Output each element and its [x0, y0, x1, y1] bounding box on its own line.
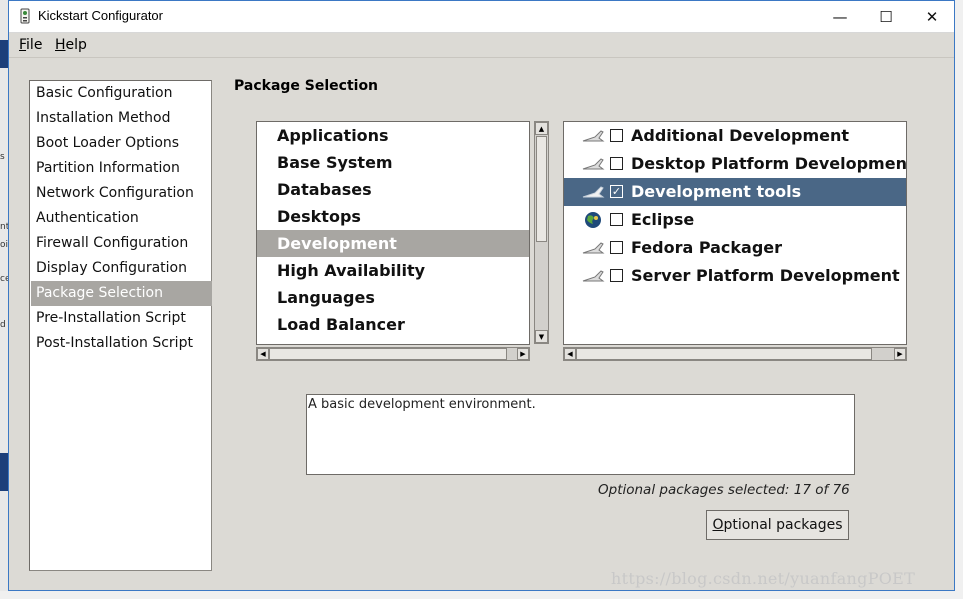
scroll-left-arrow-icon[interactable]: ◀ [564, 348, 576, 360]
group-item-desktops[interactable]: Desktops [257, 203, 529, 230]
menu-file[interactable]: File [19, 37, 42, 53]
sidebar-item-package-selection[interactable]: Package Selection [31, 281, 212, 306]
package-checkbox[interactable] [610, 269, 623, 282]
sidebar-item-authentication[interactable]: Authentication [31, 206, 212, 231]
package-list: Additional Development Desktop Platform … [563, 121, 907, 345]
package-checkbox-checked[interactable]: ✓ [610, 185, 623, 198]
sidebar-item-display-configuration[interactable]: Display Configuration [31, 256, 212, 281]
sidebar-item-firewall-configuration[interactable]: Firewall Configuration [31, 231, 212, 256]
gear-icon [582, 242, 605, 254]
group-item-development[interactable]: Development [257, 230, 529, 257]
package-label: Server Platform Development [631, 266, 900, 285]
scroll-right-arrow-icon[interactable]: ▶ [517, 348, 529, 360]
minimize-button[interactable]: — [817, 1, 863, 32]
package-checkbox[interactable] [610, 129, 623, 142]
menu-bar: File Help [9, 33, 954, 58]
app-icon [20, 8, 30, 24]
gear-icon [582, 130, 605, 142]
background-bottom-edge [0, 591, 963, 599]
sidebar-item-post-installation-script[interactable]: Post-Installation Script [31, 331, 212, 356]
background-strip [0, 453, 8, 491]
package-label: Additional Development [631, 126, 850, 145]
menu-help-label: elp [65, 37, 87, 53]
page-title: Package Selection [234, 78, 379, 94]
package-label: Desktop Platform Development [631, 154, 907, 173]
menu-file-label: ile [26, 37, 43, 53]
background-text-fragment: d [0, 320, 6, 330]
group-item-databases[interactable]: Databases [257, 176, 529, 203]
sidebar-item-partition-information[interactable]: Partition Information [31, 156, 212, 181]
group-item-high-availability[interactable]: High Availability [257, 257, 529, 284]
close-button[interactable]: ✕ [909, 1, 955, 32]
background-left-edge [0, 0, 8, 599]
gear-icon [582, 158, 605, 170]
group-list-horizontal-scrollbar[interactable]: ◀ ▶ [256, 347, 530, 361]
group-item-languages[interactable]: Languages [257, 284, 529, 311]
package-item-additional-development[interactable]: Additional Development [564, 122, 906, 150]
package-group-list: Applications Base System Databases Deskt… [256, 121, 530, 345]
title-bar: Kickstart Configurator — ☐ ✕ [9, 1, 954, 33]
background-strip [0, 40, 8, 68]
package-item-development-tools[interactable]: ✓ Development tools [564, 178, 906, 206]
package-label: Fedora Packager [631, 238, 783, 257]
sidebar-item-network-configuration[interactable]: Network Configuration [31, 181, 212, 206]
menu-help-mnemonic: H [55, 37, 66, 53]
gear-icon [582, 186, 605, 198]
eclipse-globe-icon [585, 212, 601, 228]
sidebar-item-basic-configuration[interactable]: Basic Configuration [31, 81, 212, 106]
scroll-right-arrow-icon[interactable]: ▶ [894, 348, 906, 360]
package-item-eclipse[interactable]: Eclipse [564, 206, 906, 234]
sidebar-item-pre-installation-script[interactable]: Pre-Installation Script [31, 306, 212, 331]
optional-button-mnemonic: O [712, 517, 724, 533]
package-item-fedora-packager[interactable]: Fedora Packager [564, 234, 906, 262]
sidebar-item-installation-method[interactable]: Installation Method [31, 106, 212, 131]
optional-packages-button[interactable]: Optional packages [706, 510, 849, 540]
background-right-edge [955, 0, 963, 599]
package-checkbox[interactable] [610, 241, 623, 254]
menu-help[interactable]: Help [55, 37, 87, 53]
group-list-vertical-scrollbar[interactable]: ▲ ▼ [534, 121, 549, 344]
menu-file-mnemonic: F [19, 37, 27, 53]
background-text-fragment: s [0, 152, 5, 162]
group-item-load-balancer[interactable]: Load Balancer [257, 311, 529, 338]
gear-icon [582, 270, 605, 282]
package-list-horizontal-scrollbar[interactable]: ◀ ▶ [563, 347, 907, 361]
watermark: https://blog.csdn.net/yuanfangPOET [611, 569, 916, 588]
scrollbar-thumb[interactable] [536, 136, 547, 242]
package-checkbox[interactable] [610, 213, 623, 226]
background-text-fragment: oi [0, 240, 9, 250]
scroll-left-arrow-icon[interactable]: ◀ [257, 348, 269, 360]
scrollbar-thumb[interactable] [269, 348, 507, 360]
optional-button-label: ptional packages [723, 517, 843, 533]
package-item-desktop-platform-development[interactable]: Desktop Platform Development [564, 150, 906, 178]
scroll-down-arrow-icon[interactable]: ▼ [535, 330, 548, 343]
sidebar-item-boot-loader-options[interactable]: Boot Loader Options [31, 131, 212, 156]
scrollbar-thumb[interactable] [576, 348, 872, 360]
package-checkbox[interactable] [610, 157, 623, 170]
sidebar-nav: Basic Configuration Installation Method … [29, 80, 212, 571]
group-item-applications[interactable]: Applications [257, 122, 529, 149]
maximize-button[interactable]: ☐ [863, 1, 909, 32]
kickstart-window: Kickstart Configurator — ☐ ✕ File Help B… [8, 0, 955, 591]
package-description: A basic development environment. [306, 394, 855, 475]
optional-packages-status: Optional packages selected: 17 of 76 [598, 482, 850, 498]
package-label: Eclipse [631, 210, 695, 229]
package-label: Development tools [631, 182, 802, 201]
window-title: Kickstart Configurator [38, 8, 163, 23]
scroll-up-arrow-icon[interactable]: ▲ [535, 122, 548, 135]
group-item-base-system[interactable]: Base System [257, 149, 529, 176]
package-item-server-platform-development[interactable]: Server Platform Development [564, 262, 906, 290]
